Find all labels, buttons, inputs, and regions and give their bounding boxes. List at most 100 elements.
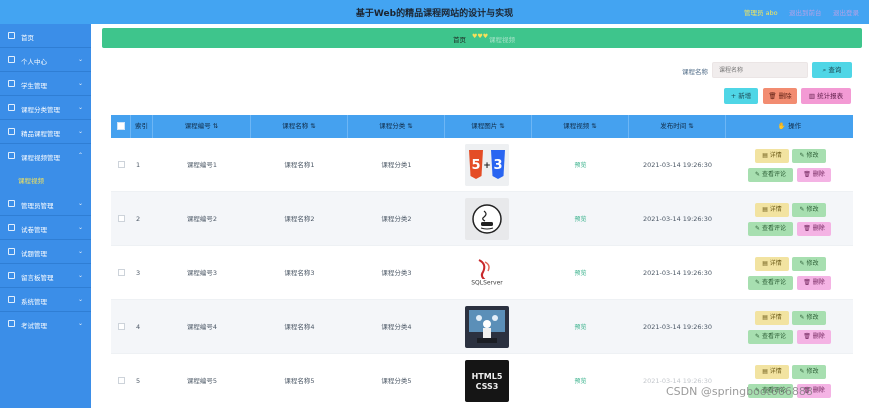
edit-button[interactable]: ✎ 修改 [792,149,826,163]
edit-button[interactable]: ✎ 修改 [792,365,826,379]
course-name-search-input[interactable] [712,62,808,78]
table-row: 3 课程编号3 课程名称3 课程分类3 SQLServer 预览 2021-03… [111,246,853,300]
sidebar-item-system[interactable]: 系统管理 ⌄ [0,288,91,312]
row-checkbox[interactable] [118,269,125,276]
delete-button[interactable]: 🗑 删除 [797,276,831,290]
select-all-checkbox[interactable] [117,122,125,130]
question-icon [8,248,15,255]
sidebar-item-quality-course[interactable]: 精品课程管理 ⌄ [0,120,91,144]
sidebar-item-exams[interactable]: 考试管理 ⌄ [0,312,91,336]
row-checkbox[interactable] [118,323,125,330]
course-image-thumbnail[interactable] [465,198,509,240]
row-course-code: 课程编号1 [186,161,218,169]
view-comments-label: 查看评论 [761,279,786,286]
detail-button[interactable]: ▤ 详情 [755,149,789,163]
course-image-thumbnail[interactable]: 5 + 3 [465,144,509,186]
sidebar-item-label: 课程分类管理 [21,106,60,114]
trash-icon: 🗑 [768,92,779,100]
sidebar-item-label: 考试管理 [21,322,47,330]
view-comments-button[interactable]: ✎ 查看评论 [748,222,793,236]
svg-text:CSS3: CSS3 [476,382,499,391]
sidebar-item-label: 留言板管理 [21,274,54,282]
chevron-down-icon: ⌄ [77,272,83,279]
logout-link[interactable]: 退出登录 [833,7,859,17]
detail-button[interactable]: ▤ 详情 [755,365,789,379]
course-image-thumbnail[interactable] [465,306,509,348]
edit-button[interactable]: ✎ 修改 [792,203,826,217]
sidebar-item-home[interactable]: 首页 [0,24,91,48]
sidebar-item-messages[interactable]: 留言板管理 ⌄ [0,264,91,288]
sidebar-item-questions[interactable]: 试题管理 ⌄ [0,240,91,264]
row-video-preview-cell: 预览 [532,138,629,192]
header-publish-time[interactable]: 发布时间 ⇅ [629,115,726,138]
header-course-video[interactable]: 课程视频 ⇅ [532,115,629,138]
detail-button[interactable]: ▤ 详情 [755,311,789,325]
edit-button[interactable]: ✎ 修改 [792,257,826,271]
breadcrumb-home[interactable]: 首页 [453,34,466,44]
row-course-code: 课程编号4 [186,323,218,331]
row-publish-time: 2021-03-14 19:26:30 [642,215,713,223]
table-row: 1 课程编号1 课程名称1 课程分类1 5 + 3 预览 2021-03-14 … [111,138,853,192]
delete-button[interactable]: 🗑 删除 [797,222,831,236]
add-button[interactable]: + 新增 [724,88,758,104]
detail-button[interactable]: ▤ 详情 [755,203,789,217]
search-button[interactable]: ⌕ 查询 [812,62,852,78]
delete-button[interactable]: 🗑 删除 [797,168,831,182]
pencil-icon: ✎ [755,279,762,286]
sidebar-item-label: 精品课程管理 [21,130,60,138]
app-title: 基于Web的精品课程网站的设计与实现 [355,9,514,19]
course-image-thumbnail[interactable]: SQLServer [465,252,509,294]
sidebar-item-admins[interactable]: 管理员管理 ⌄ [0,192,91,216]
breadcrumb: 首页 ♥♥♥ 课程视频 [102,28,862,48]
delete-label: 删除 [812,171,825,178]
header-actions: ✋ 操作 [726,115,853,138]
bar-chart-icon: ▥ [808,92,818,100]
stats-report-button[interactable]: ▥ 统计报表 [801,88,851,104]
row-course-category: 课程分类5 [381,377,412,385]
header-select-all-cell[interactable] [111,115,131,138]
detail-label: 详情 [769,314,782,321]
view-comments-button[interactable]: ✎ 查看评论 [748,168,793,182]
view-comments-button[interactable]: ✎ 查看评论 [748,276,793,290]
chevron-down-icon: ⌄ [77,128,83,135]
chevron-down-icon: ⌄ [77,248,83,255]
header-course-name[interactable]: 课程名称 ⇅ [251,115,348,138]
edit-button[interactable]: ✎ 修改 [792,311,826,325]
pencil-icon: ✎ [755,225,762,232]
row-checkbox[interactable] [118,215,125,222]
svg-text:HTML5: HTML5 [472,372,503,381]
sort-icon: ⇅ [589,122,597,130]
table-row: 2 课程编号2 课程名称2 课程分类2 预览 2021-03-14 19:26:… [111,192,853,246]
doc-icon: ▤ [762,260,770,267]
row-checkbox[interactable] [118,161,125,168]
sort-icon: ⇅ [405,122,413,130]
header-publish-time-label: 发布时间 [660,122,687,130]
breadcrumb-separator: ♥♥♥ [472,33,489,40]
gear-icon [8,296,15,303]
row-checkbox[interactable] [118,377,125,384]
delete-button[interactable]: 🗑 删除 [797,330,831,344]
header-course-image[interactable]: 课程图片 ⇅ [445,115,532,138]
batch-delete-button[interactable]: 🗑 删除 [763,88,797,104]
detail-button[interactable]: ▤ 详情 [755,257,789,271]
sidebar-item-students[interactable]: 学生管理 ⌄ [0,72,91,96]
video-preview-link[interactable]: 预览 [574,162,586,169]
view-comments-button[interactable]: ✎ 查看评论 [748,330,793,344]
header-course-category[interactable]: 课程分类 ⇅ [348,115,445,138]
course-image-thumbnail[interactable]: HTML5 CSS3 [465,360,509,402]
sidebar-item-profile[interactable]: 个人中心 ⌄ [0,48,91,72]
doc-icon: ▤ [762,368,770,375]
message-icon [8,272,15,279]
sidebar-item-course-category[interactable]: 课程分类管理 ⌄ [0,96,91,120]
sidebar-item-course-video[interactable]: 课程视频管理 ⌃ [0,144,91,168]
header-course-code[interactable]: 课程编号 ⇅ [153,115,251,138]
header-index: 索引 [131,115,153,138]
video-preview-link[interactable]: 预览 [574,270,586,277]
video-preview-link[interactable]: 预览 [574,378,586,385]
video-preview-link[interactable]: 预览 [574,324,586,331]
video-preview-link[interactable]: 预览 [574,216,586,223]
sidebar-item-papers[interactable]: 试卷管理 ⌄ [0,216,91,240]
row-course-code: 课程编号5 [186,377,218,385]
sidebar-subitem-course-video[interactable]: 课程视频 [18,175,88,189]
front-link[interactable]: 退出到前台 [789,7,822,17]
